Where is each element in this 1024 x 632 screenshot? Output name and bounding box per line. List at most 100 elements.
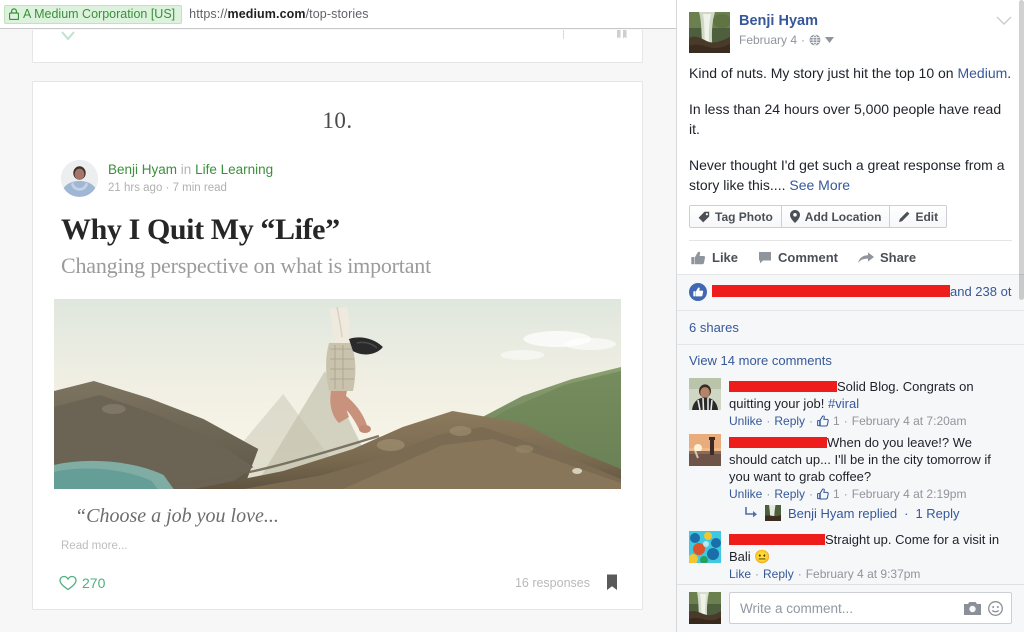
- fb-post-meta: February 4 ·: [739, 33, 996, 47]
- share-action[interactable]: Share: [858, 250, 916, 265]
- colorful-abstract-photo: [689, 531, 721, 563]
- tag-photo-label: Tag Photo: [715, 210, 773, 224]
- responses-count[interactable]: 16 responses: [515, 576, 590, 590]
- waterfall-photo: [689, 592, 721, 624]
- facebook-post-panel: Benji Hyam February 4 ·: [676, 0, 1024, 632]
- story-card[interactable]: 10.: [32, 81, 643, 610]
- story-hero-image[interactable]: [54, 299, 621, 489]
- globe-icon[interactable]: [809, 34, 821, 46]
- like-label: Like: [712, 250, 738, 265]
- thumbs-up-icon: [693, 287, 704, 297]
- comment-reply-summary[interactable]: Benji Hyam replied · 1 Reply: [729, 501, 1012, 525]
- smiley-icon[interactable]: [988, 601, 1003, 616]
- story-publication[interactable]: Life Learning: [195, 162, 273, 177]
- add-location-button[interactable]: Add Location: [781, 205, 891, 228]
- add-location-label: Add Location: [805, 210, 882, 224]
- redacted-commenter-name: [729, 534, 825, 545]
- redacted-names-bar: [712, 285, 950, 297]
- comment-reply-link[interactable]: Reply: [763, 567, 794, 581]
- fb-post-header-text: Benji Hyam February 4 ·: [739, 12, 996, 53]
- thumbs-up-icon: [691, 251, 706, 265]
- fb-likers-row[interactable]: and 238 others: [677, 274, 1024, 310]
- see-more-link[interactable]: See More: [789, 177, 850, 193]
- heart-icon: [59, 575, 77, 591]
- comment-timestamp[interactable]: February 4 at 2:19pm: [852, 487, 967, 501]
- fb-poster-name[interactable]: Benji Hyam: [739, 13, 996, 30]
- current-user-avatar[interactable]: [689, 592, 721, 624]
- comment-text: Straight up. Come for a visit in Bali 😐: [729, 531, 1012, 565]
- comment-like-toggle[interactable]: Like: [729, 567, 751, 581]
- tag-photo-button[interactable]: Tag Photo: [689, 205, 782, 228]
- story-rank: 10.: [33, 82, 642, 134]
- fb-poster-avatar[interactable]: [689, 12, 730, 53]
- url-scheme: https://: [189, 7, 227, 21]
- screenshot-root: A Medium Corporation [US] https://medium…: [0, 0, 1024, 632]
- chevron-down-icon[interactable]: [825, 37, 834, 43]
- view-more-comments-link[interactable]: View 14 more comments: [677, 344, 1024, 372]
- commenter-avatar[interactable]: [689, 531, 721, 563]
- recommend-count: 270: [82, 575, 105, 591]
- comment-reply-link[interactable]: Reply: [774, 414, 805, 428]
- comment-like-count: 1: [833, 414, 840, 428]
- pencil-icon: [898, 211, 910, 223]
- medium-link[interactable]: Medium: [957, 65, 1007, 81]
- comment-text: Solid Blog. Congrats on quitting your jo…: [729, 378, 1012, 412]
- fb-post-paragraph-1: Kind of nuts. My story just hit the top …: [689, 63, 1012, 83]
- story-pullquote: “Choose a job you love...: [75, 505, 614, 528]
- story-footer: 270 16 responses: [59, 574, 618, 591]
- fb-meta-separator: ·: [801, 33, 805, 47]
- dot-separator: ·: [766, 487, 770, 501]
- reply-count[interactable]: 1 Reply: [915, 506, 959, 521]
- comment-timestamp[interactable]: February 4 at 9:37pm: [806, 567, 921, 581]
- paragraph-2-pre: In less than 24 hours over 5,000 people …: [689, 101, 1001, 137]
- story-meta: 21 hrs ago · 7 min read: [108, 181, 273, 197]
- bookmark-icon[interactable]: [606, 574, 618, 591]
- comment-input-wrapper[interactable]: [729, 592, 1012, 624]
- story-headline[interactable]: Why I Quit My “Life”: [33, 197, 642, 247]
- address-bar-url[interactable]: https://medium.com/top-stories: [189, 7, 368, 21]
- fb-post-header: Benji Hyam February 4 ·: [677, 0, 1024, 53]
- replier-name[interactable]: Benji Hyam replied: [788, 506, 897, 521]
- facebook-scrollbar-thumb[interactable]: [1019, 0, 1024, 300]
- comment-item: Solid Blog. Congrats on quitting your jo…: [689, 374, 1012, 430]
- camera-icon[interactable]: [964, 601, 981, 615]
- story-author-name[interactable]: Benji Hyam: [108, 162, 177, 177]
- comment-like-toggle[interactable]: Unlike: [729, 487, 762, 501]
- fb-post-date[interactable]: February 4: [739, 33, 797, 47]
- comment-timestamp[interactable]: February 4 at 7:20am: [852, 414, 967, 428]
- replier-avatar[interactable]: [765, 505, 781, 521]
- dot-separator: ·: [755, 567, 759, 581]
- dot-separator: ·: [844, 414, 848, 428]
- post-menu-chevron-down-icon[interactable]: [996, 16, 1012, 26]
- facebook-scrollbar[interactable]: [1019, 0, 1024, 632]
- divider: [563, 30, 564, 39]
- dot-separator: ·: [904, 506, 908, 521]
- comment-reply-link[interactable]: Reply: [774, 487, 805, 501]
- waterfall-photo: [689, 12, 730, 53]
- edit-label: Edit: [915, 210, 938, 224]
- byline-text: Benji Hyam in Life Learning 21 hrs ago ·…: [108, 161, 273, 197]
- commenter-avatar[interactable]: [689, 378, 721, 410]
- edit-button[interactable]: Edit: [889, 205, 947, 228]
- ssl-certificate-badge[interactable]: A Medium Corporation [US]: [4, 5, 182, 24]
- comment-action[interactable]: Comment: [758, 250, 838, 265]
- dot-separator: ·: [809, 487, 813, 501]
- comment-actions: Unlike · Reply · 1 · February 4 at 7:20a…: [729, 414, 1012, 428]
- comment-hashtag[interactable]: #viral: [828, 396, 859, 411]
- redacted-commenter-name: [729, 381, 837, 392]
- comment-input[interactable]: [740, 601, 958, 616]
- facebook-post-scroll-area: Benji Hyam February 4 ·: [677, 0, 1024, 632]
- like-action[interactable]: Like: [691, 250, 738, 265]
- fb-likers-names[interactable]: and 238 others: [712, 284, 1012, 300]
- comment-actions: Unlike · Reply · 1 · February 4 at 2:19p…: [729, 487, 1012, 501]
- commenter-avatar[interactable]: [689, 434, 721, 466]
- author-avatar[interactable]: [61, 160, 98, 197]
- previous-story-card-partial[interactable]: [32, 30, 643, 63]
- browser-address-bar[interactable]: A Medium Corporation [US] https://medium…: [0, 0, 676, 29]
- comment-like-toggle[interactable]: Unlike: [729, 414, 762, 428]
- read-more-link[interactable]: Read more...: [61, 540, 614, 552]
- fb-comment-list: Solid Blog. Congrats on quitting your jo…: [677, 372, 1024, 606]
- fb-shares-count[interactable]: 6 shares: [677, 310, 1024, 344]
- recommend-button[interactable]: 270: [59, 575, 105, 591]
- comment-body: When do you leave!? We should catch up..…: [729, 434, 1012, 525]
